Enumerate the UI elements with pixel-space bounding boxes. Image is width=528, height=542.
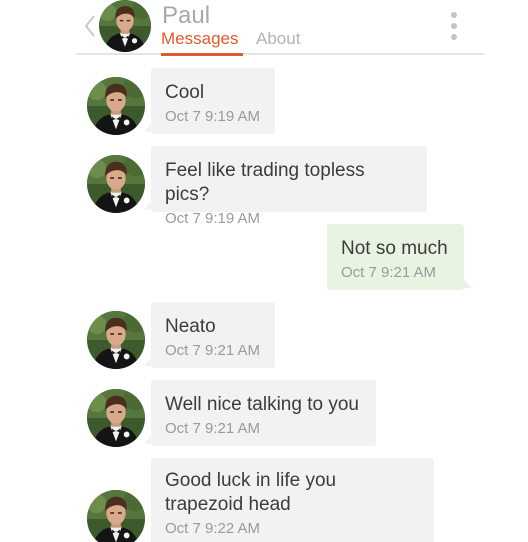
tab-about[interactable]: About [256,29,300,49]
more-options-icon[interactable] [444,10,464,42]
bubble-tail [143,122,153,132]
bubble-tail [143,434,153,444]
message-timestamp: Oct 7 9:22 AM [165,520,261,537]
message-timestamp: Oct 7 9:21 AM [341,264,437,281]
bubble-tail [143,356,153,366]
contact-name: Paul [162,2,211,29]
tab-messages[interactable]: Messages [161,29,238,49]
message-text: Well nice talking to you [165,394,359,415]
message-timestamp: Oct 7 9:21 AM [165,420,261,437]
active-tab-indicator [161,53,243,56]
message-bubble-incoming: Good luck in life you trapezoid head Oct… [151,458,434,542]
message-text: Feel like trading topless pics? [165,160,365,205]
conversation-header: Paul Messages About [0,0,528,56]
header-divider [76,53,484,55]
message-bubble-outgoing: Not so much Oct 7 9:21 AM [327,224,472,290]
back-chevron-icon[interactable] [82,13,98,39]
message-text: Not so much [341,238,448,259]
bubble-tail [462,278,472,288]
message-bubble-incoming: Cool Oct 7 9:19 AM [143,68,275,134]
message-text: Cool [165,82,205,103]
sender-avatar[interactable] [87,311,145,369]
sender-avatar[interactable] [87,389,145,447]
sender-avatar[interactable] [87,155,145,213]
message-bubble-incoming: Feel like trading topless pics? Oct 7 9:… [143,146,427,227]
message-text: Neato [165,316,216,337]
message-timestamp: Oct 7 9:19 AM [165,108,261,125]
message-text: Good luck in life you trapezoid head [165,470,337,515]
message-bubble-incoming: Neato Oct 7 9:21 AM [143,302,275,368]
message-timestamp: Oct 7 9:21 AM [165,342,261,359]
sender-avatar[interactable] [87,490,145,542]
bubble-tail [143,200,153,210]
sender-avatar[interactable] [87,77,145,135]
message-bubble-incoming: Well nice talking to you Oct 7 9:21 AM [143,380,376,446]
contact-avatar[interactable] [99,0,151,52]
